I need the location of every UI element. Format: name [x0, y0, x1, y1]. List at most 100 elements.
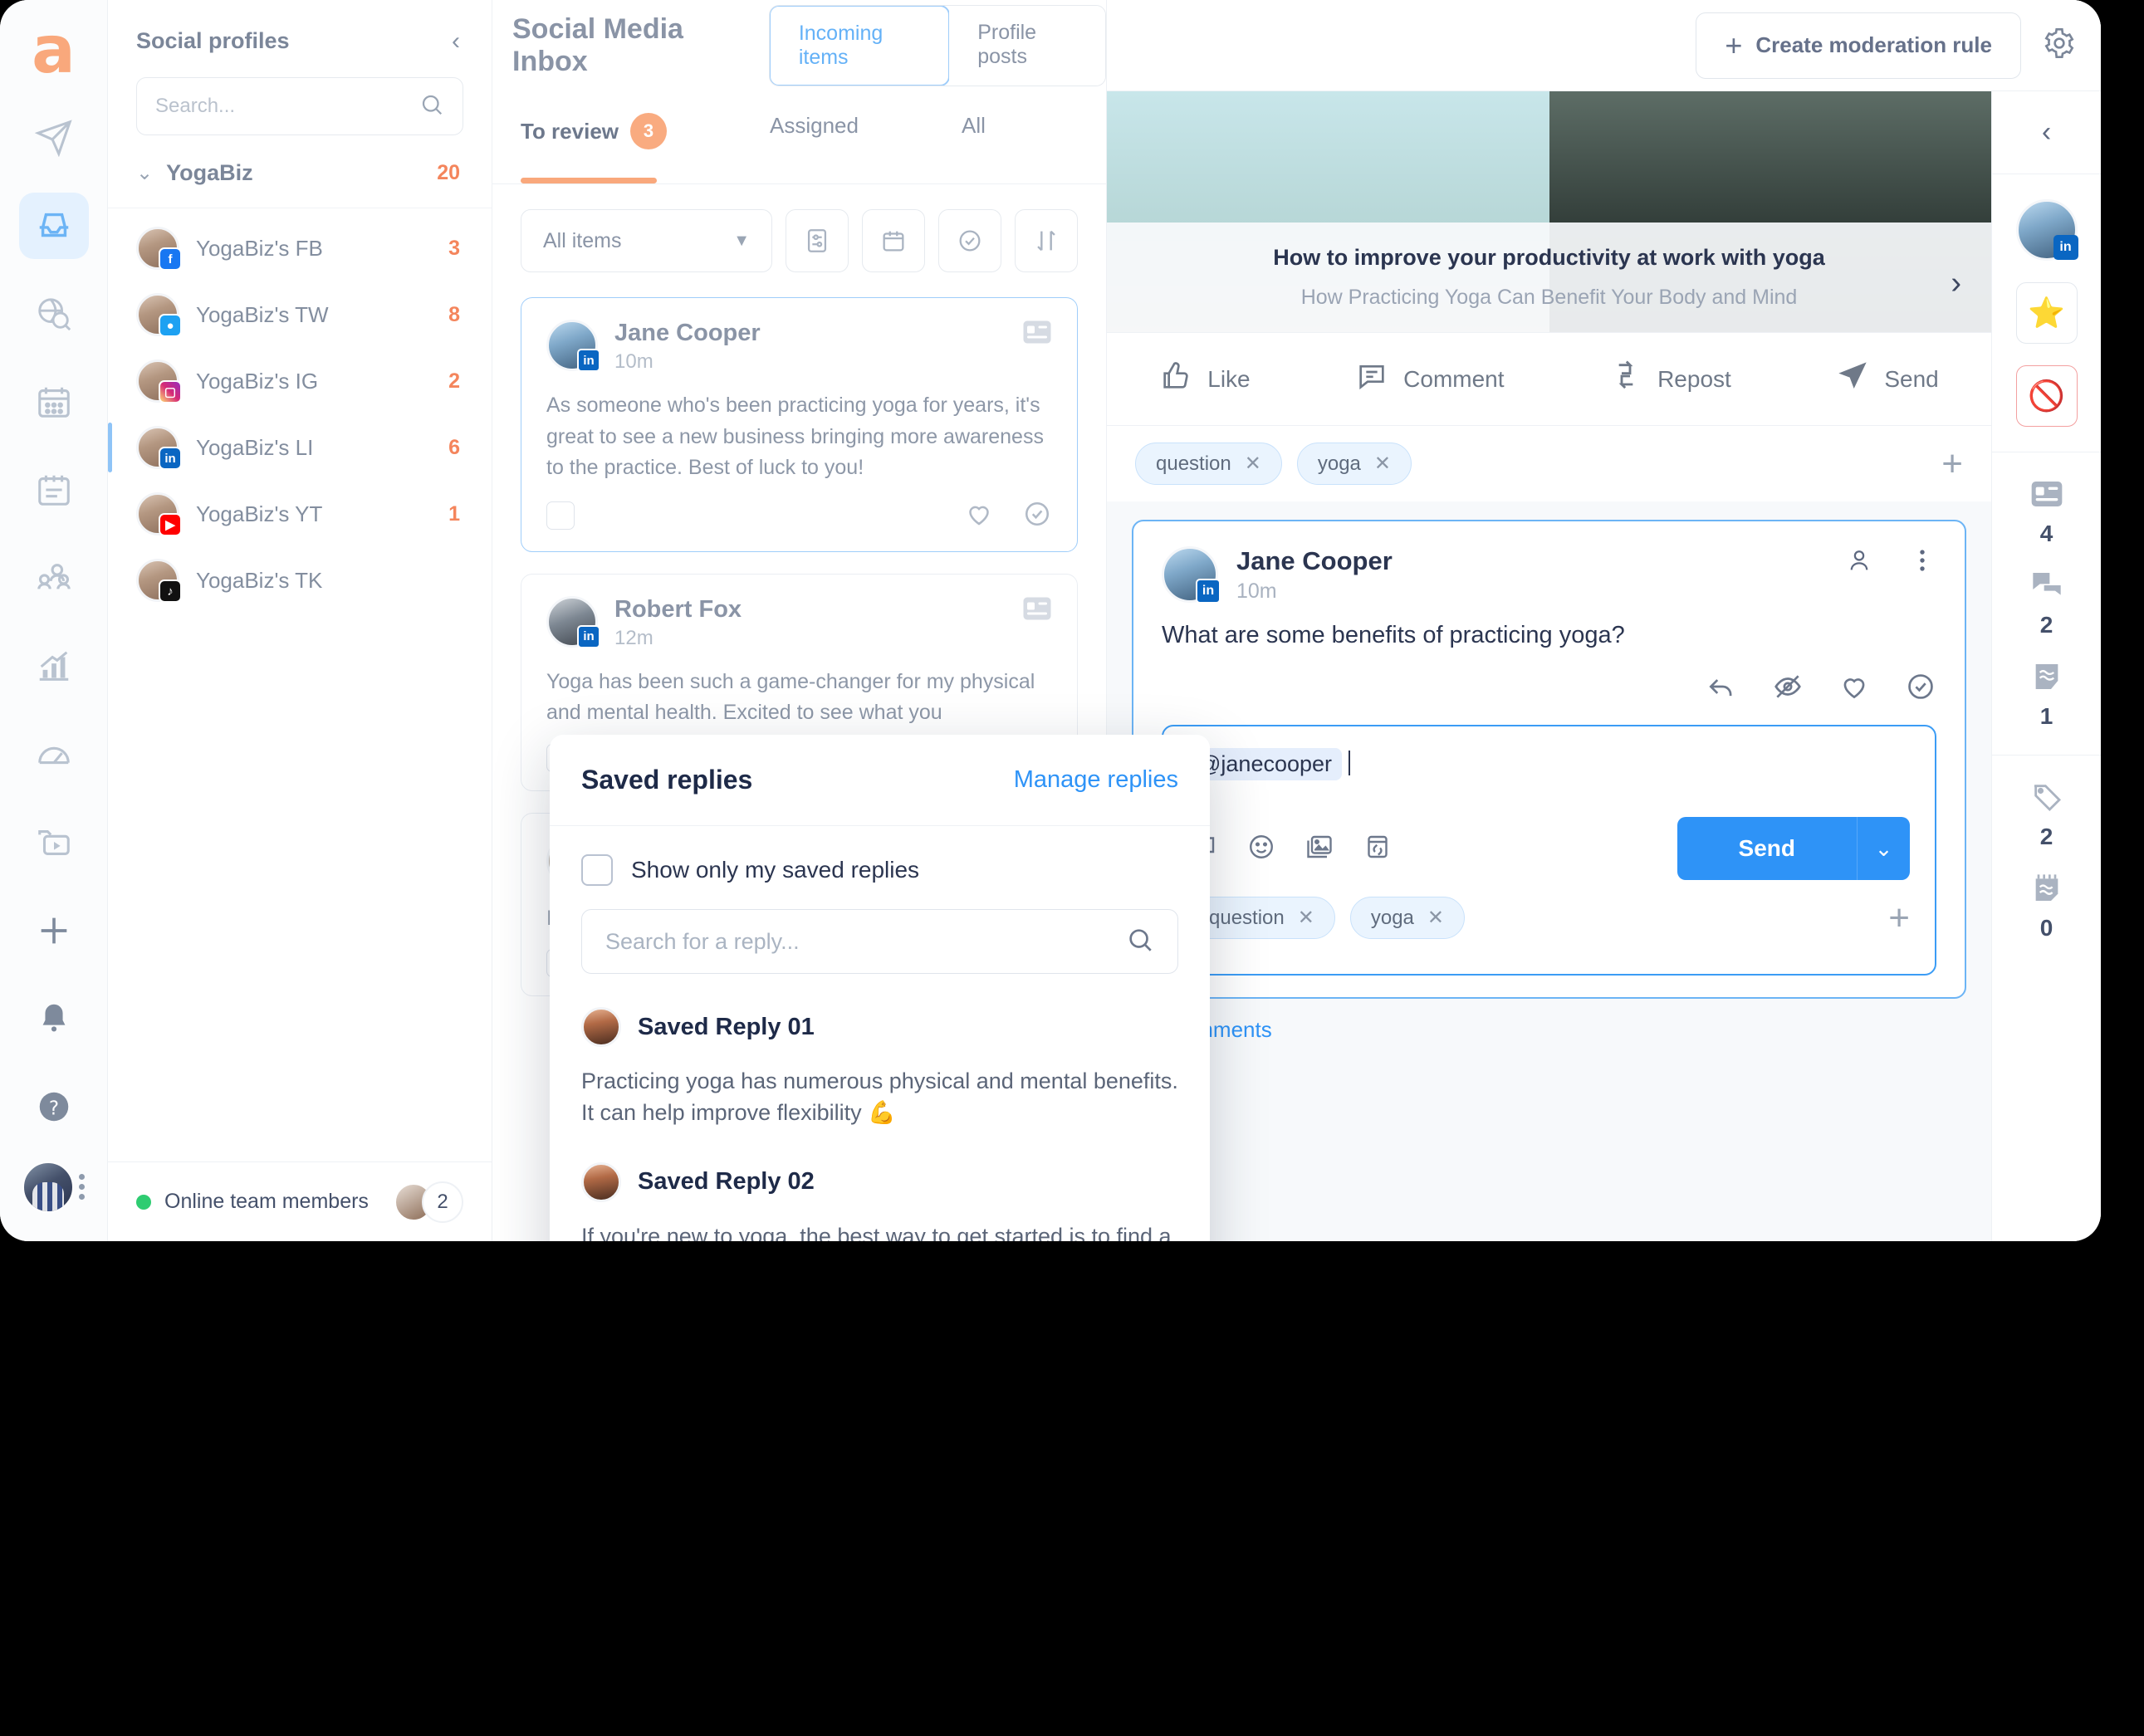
posts-stat[interactable]: 4 [2030, 477, 2063, 547]
close-icon[interactable]: ✕ [1298, 906, 1314, 930]
avatar[interactable] [22, 1161, 74, 1213]
show-only-mine-checkbox[interactable] [581, 854, 613, 886]
show-only-mine-row[interactable]: Show only my saved replies [581, 854, 1178, 886]
manage-replies-link[interactable]: Manage replies [1014, 766, 1178, 794]
chevron-right-icon[interactable]: › [1951, 266, 1961, 301]
inbox-icon[interactable] [18, 193, 89, 260]
more-vertical-icon[interactable] [1908, 546, 1936, 579]
monitoring-icon[interactable] [19, 281, 89, 347]
calendar-icon[interactable] [19, 369, 89, 435]
sidebar-item-tk[interactable]: ♪ YogaBiz's TK [108, 547, 492, 614]
tag-chip[interactable]: yoga ✕ [1349, 897, 1466, 939]
composer-input[interactable]: @janecooper [1188, 748, 1910, 780]
comment-button[interactable]: Comment [1355, 359, 1505, 399]
sidebar-item-li[interactable]: in YogaBiz's LI 6 [108, 414, 492, 481]
close-icon[interactable]: ✕ [1245, 452, 1261, 476]
sort-icon[interactable] [1015, 209, 1078, 272]
publish-icon[interactable] [19, 105, 89, 171]
sidebar-item-ig[interactable]: ▢ YogaBiz's IG 2 [108, 348, 492, 414]
filters-icon[interactable] [786, 209, 849, 272]
tab-profile-posts[interactable]: Profile posts [949, 6, 1105, 86]
notifications-icon[interactable] [19, 985, 89, 1052]
hide-icon[interactable] [1772, 671, 1804, 707]
status-icon[interactable] [938, 209, 1001, 272]
items-filter-select[interactable]: All items ▼ [521, 209, 772, 272]
close-icon[interactable]: ✕ [1374, 452, 1391, 476]
tab-assigned[interactable]: Assigned [770, 91, 859, 139]
emoji-icon[interactable] [1246, 832, 1276, 866]
tag-chip[interactable]: question ✕ [1188, 897, 1335, 939]
tab-incoming-items[interactable]: Incoming items [769, 6, 951, 86]
online-team-members[interactable]: Online team members 2 [108, 1161, 492, 1241]
card-text: Yoga has been such a game-changer for my… [546, 669, 1035, 725]
profile-count: 3 [448, 236, 460, 260]
comments-stat[interactable]: 2 [2030, 569, 2063, 638]
audience-icon[interactable] [19, 545, 89, 611]
inbox-card[interactable]: in Jane Cooper 10m As someone who's been… [521, 297, 1078, 552]
saved-reply-item[interactable]: Saved Reply 02 If you're new to yoga, th… [581, 1161, 1178, 1241]
user-menu[interactable] [22, 1161, 85, 1213]
sidebar-item-tw[interactable]: ● YogaBiz's TW 8 [108, 281, 492, 348]
link-icon[interactable] [1363, 832, 1393, 866]
tag-chip[interactable]: yoga ✕ [1296, 443, 1412, 485]
image-icon[interactable] [1305, 832, 1334, 866]
tab-all[interactable]: All [962, 91, 986, 139]
send-button[interactable]: Send [1836, 359, 1939, 399]
add-tag-icon[interactable]: + [1941, 445, 1963, 482]
more-vertical-icon[interactable] [79, 1174, 85, 1201]
profile-group-yogabiz[interactable]: ⌄ YogaBiz 20 [108, 135, 492, 208]
gear-icon[interactable] [2043, 27, 2076, 64]
calendar-icon[interactable] [862, 209, 925, 272]
sidebar-item-fb[interactable]: f YogaBiz's FB 3 [108, 215, 492, 281]
notes-stat[interactable]: 1 [2030, 660, 2063, 730]
like-button[interactable]: Like [1159, 359, 1251, 399]
tasks-stat[interactable]: 0 [2030, 872, 2063, 941]
send-icon [1836, 359, 1869, 399]
star-icon[interactable]: ⭐ [2015, 282, 2078, 344]
search-input[interactable]: Search... [136, 77, 463, 135]
check-circle-icon[interactable] [1905, 671, 1936, 707]
analytics-icon[interactable] [19, 633, 89, 699]
performance-icon[interactable] [19, 721, 89, 788]
send-reply-button[interactable]: Send [1677, 817, 1857, 880]
add-tag-icon[interactable]: + [1888, 899, 1910, 936]
block-icon[interactable]: 🚫 [2015, 365, 2078, 427]
group-count: 20 [437, 161, 460, 184]
planner-icon[interactable] [19, 457, 89, 523]
media-library-icon[interactable] [19, 809, 89, 876]
heart-icon[interactable] [1838, 671, 1870, 707]
card-checkbox[interactable] [546, 501, 575, 530]
youtube-icon: ▶ [159, 513, 182, 536]
avatar[interactable]: in [2015, 199, 2078, 261]
add-icon[interactable] [19, 897, 89, 964]
help-icon[interactable]: ? [19, 1073, 89, 1140]
repost-button[interactable]: Repost [1609, 359, 1731, 399]
send-options-caret[interactable]: ⌄ [1857, 817, 1910, 880]
avatar [581, 1161, 621, 1202]
reply-icon[interactable] [1706, 671, 1737, 707]
tab-to-review[interactable]: To review 3 [521, 91, 668, 149]
close-icon[interactable]: ✕ [1427, 906, 1444, 930]
create-moderation-rule-button[interactable]: + Create moderation rule [1696, 12, 2021, 79]
saved-reply-item[interactable]: Saved Reply 01 Practicing yoga has numer… [581, 1007, 1178, 1129]
sidebar-item-yt[interactable]: ▶ YogaBiz's YT 1 [108, 481, 492, 547]
profile-list: f YogaBiz's FB 3 ● YogaBiz's TW 8 ▢ Yoga… [108, 208, 492, 614]
tag-label: yoga [1317, 452, 1361, 475]
tags-stat[interactable]: 2 [2030, 780, 2063, 850]
linkedin-icon: in [1196, 579, 1221, 604]
heart-icon[interactable] [964, 499, 994, 533]
more-comments-link[interactable]: ore comments [1107, 999, 1991, 1043]
person-icon[interactable] [1845, 546, 1873, 579]
reply-search-input[interactable]: Search for a reply... [581, 909, 1178, 974]
check-circle-icon[interactable] [1022, 499, 1052, 533]
chevron-down-icon[interactable]: ⌄ [136, 161, 153, 185]
show-only-mine-label: Show only my saved replies [631, 857, 920, 883]
chevron-left-icon[interactable]: ‹ [452, 28, 460, 54]
tag-chip[interactable]: question ✕ [1135, 443, 1282, 485]
chevron-left-icon[interactable]: ‹ [2042, 116, 2051, 149]
saved-reply-text: Practicing yoga has numerous physical an… [581, 1068, 1178, 1126]
inbox-segment-control: Incoming items Profile posts [768, 5, 1106, 86]
post-hero-image: How to improve your productivity at work… [1107, 91, 1991, 332]
avatar: in [136, 426, 182, 470]
reply-composer[interactable]: @janecooper Send ⌄ question ✕ yoga ✕ + [1162, 725, 1936, 976]
